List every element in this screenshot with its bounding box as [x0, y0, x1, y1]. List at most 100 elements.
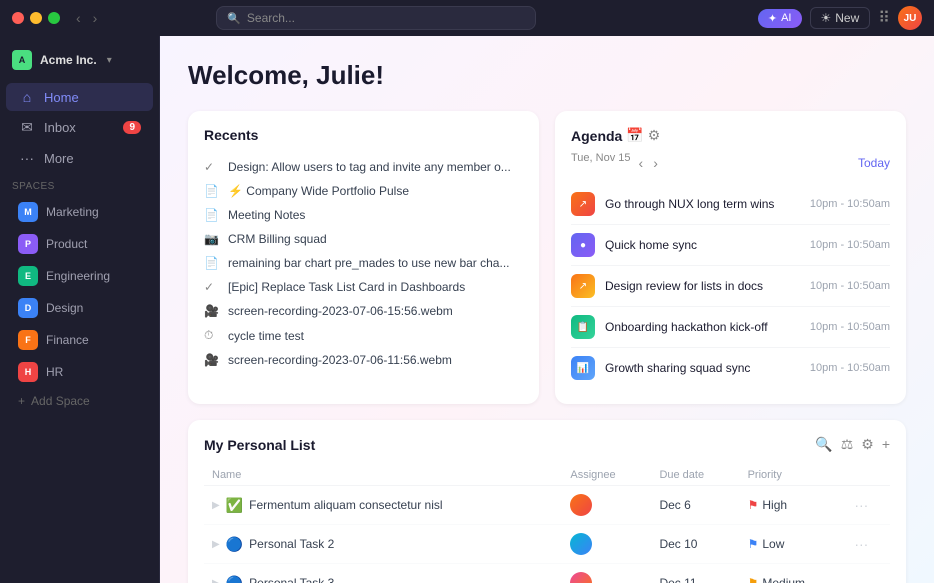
agenda-item-name: Quick home sync [605, 238, 800, 252]
agenda-card: Agenda 📅 ⚙ Tue, Nov 15 ‹ › Today ↗ Go th… [555, 111, 906, 404]
row-menu-icon[interactable]: ··· [854, 575, 868, 583]
list-item[interactable]: ✓ [Epic] Replace Task List Card in Dashb… [204, 275, 523, 299]
sidebar-item-finance[interactable]: F Finance [6, 325, 153, 355]
sidebar-item-hr[interactable]: H HR [6, 357, 153, 387]
grid-icon[interactable]: ⠿ [878, 8, 890, 28]
agenda-item-name: Onboarding hackathon kick-off [605, 320, 800, 334]
product-icon: P [18, 234, 38, 254]
maximize-dot[interactable] [48, 12, 60, 24]
new-button[interactable]: ☀ New [810, 7, 871, 29]
agenda-prev-button[interactable]: ‹ [637, 153, 646, 173]
table-row[interactable]: ▶ 🔵 Personal Task 3 Dec 11 ⚑ Medium [204, 564, 890, 583]
space-label: Finance [46, 333, 89, 347]
priority-badge: ⚑ Medium [748, 576, 839, 583]
recent-item-text: screen-recording-2023-07-06-11:56.webm [228, 353, 452, 367]
recents-card: Recents ✓ Design: Allow users to tag and… [188, 111, 539, 404]
avatar [570, 494, 592, 516]
sidebar-item-design[interactable]: D Design [6, 293, 153, 323]
user-avatar[interactable]: JU [898, 6, 922, 30]
titlebar: ‹ › 🔍 Search... ✦ AI ☀ New ⠿ JU [0, 0, 934, 36]
workspace-name: Acme Inc. [40, 53, 97, 67]
sidebar-item-inbox[interactable]: ✉ Inbox 9 [6, 113, 153, 142]
task-name: Personal Task 2 [249, 537, 334, 551]
today-button[interactable]: Today [858, 156, 890, 170]
agenda-item[interactable]: 📊 Growth sharing squad sync 10pm - 10:50… [571, 348, 890, 388]
check-inprogress-icon[interactable]: 🔵 [226, 575, 243, 583]
forward-button[interactable]: › [89, 8, 102, 28]
plus-icon[interactable]: + [882, 436, 890, 453]
minimize-dot[interactable] [30, 12, 42, 24]
priority-flag-icon: ⚑ [748, 537, 759, 551]
row-menu-icon[interactable]: ··· [854, 497, 868, 513]
list-item[interactable]: 📄 ⚡ Company Wide Portfolio Pulse [204, 179, 523, 203]
agenda-item-time: 10pm - 10:50am [810, 321, 890, 333]
agenda-item-icon: ● [571, 233, 595, 257]
back-button[interactable]: ‹ [72, 8, 85, 28]
search-icon[interactable]: 🔍 [815, 436, 832, 453]
recent-item-text: cycle time test [228, 329, 304, 343]
plus-icon: ☀ [821, 11, 832, 25]
list-item[interactable]: 📄 remaining bar chart pre_mades to use n… [204, 251, 523, 275]
workspace-selector[interactable]: A Acme Inc. ▾ [0, 44, 159, 76]
ai-button[interactable]: ✦ AI [758, 9, 802, 28]
filter-icon[interactable]: ⚖ [841, 436, 854, 453]
settings-icon[interactable]: ⚙ [648, 127, 661, 144]
agenda-item[interactable]: ↗ Go through NUX long term wins 10pm - 1… [571, 184, 890, 225]
agenda-item-name: Design review for lists in docs [605, 279, 800, 293]
sidebar-item-home[interactable]: ⌂ Home [6, 83, 153, 111]
agenda-item-time: 10pm - 10:50am [810, 239, 890, 251]
expand-icon[interactable]: ▶ [212, 539, 220, 550]
nav-arrows: ‹ › [72, 8, 101, 28]
task-name: Fermentum aliquam consectetur nisl [249, 498, 442, 512]
list-item[interactable]: ⏱ cycle time test [204, 323, 523, 348]
row-menu-icon[interactable]: ··· [854, 536, 868, 552]
recent-item-text: Design: Allow users to tag and invite an… [228, 160, 511, 174]
traffic-lights [12, 12, 60, 24]
expand-icon[interactable]: ▶ [212, 578, 220, 583]
agenda-item[interactable]: 📋 Onboarding hackathon kick-off 10pm - 1… [571, 307, 890, 348]
add-space-button[interactable]: + Add Space [6, 389, 153, 413]
agenda-item-time: 10pm - 10:50am [810, 280, 890, 292]
agenda-item[interactable]: ↗ Design review for lists in docs 10pm -… [571, 266, 890, 307]
space-label: Design [46, 301, 83, 315]
space-label: Marketing [46, 205, 99, 219]
agenda-item[interactable]: ● Quick home sync 10pm - 10:50am [571, 225, 890, 266]
table-row[interactable]: ▶ ✅ Fermentum aliquam consectetur nisl D… [204, 486, 890, 525]
camera-icon: 📷 [204, 232, 220, 246]
recent-item-text: ⚡ Company Wide Portfolio Pulse [228, 184, 409, 198]
titlebar-right: ✦ AI ☀ New ⠿ JU [758, 6, 922, 30]
col-assignee: Assignee [562, 465, 651, 486]
sidebar-item-product[interactable]: P Product [6, 229, 153, 259]
close-dot[interactable] [12, 12, 24, 24]
sidebar-item-label: Home [44, 90, 79, 105]
list-item[interactable]: ✓ Design: Allow users to tag and invite … [204, 155, 523, 179]
list-actions: 🔍 ⚖ ⚙ + [815, 436, 890, 453]
space-label: Engineering [46, 269, 110, 283]
list-item[interactable]: 🎥 screen-recording-2023-07-06-11:56.webm [204, 348, 523, 372]
agenda-next-button[interactable]: › [651, 153, 660, 173]
expand-icon[interactable]: ▶ [212, 500, 220, 511]
list-item[interactable]: 📄 Meeting Notes [204, 203, 523, 227]
sidebar-item-label: More [44, 151, 74, 166]
calendar-icon[interactable]: 📅 [626, 127, 643, 144]
table-row[interactable]: ▶ 🔵 Personal Task 2 Dec 10 ⚑ Low [204, 525, 890, 564]
list-item[interactable]: 🎥 screen-recording-2023-07-06-15:56.webm [204, 299, 523, 323]
col-actions [846, 465, 890, 486]
search-bar[interactable]: 🔍 Search... [216, 6, 536, 30]
due-date: Dec 11 [651, 564, 739, 583]
check-inprogress-icon[interactable]: 🔵 [226, 536, 243, 553]
priority-label: Low [762, 537, 784, 551]
agenda-controls: 📅 ⚙ [626, 127, 660, 144]
agenda-item-name: Growth sharing squad sync [605, 361, 800, 375]
sidebar-item-marketing[interactable]: M Marketing [6, 197, 153, 227]
check-complete-icon[interactable]: ✅ [226, 497, 243, 514]
col-name: Name [204, 465, 562, 486]
design-icon: D [18, 298, 38, 318]
settings-icon[interactable]: ⚙ [861, 436, 874, 453]
list-item[interactable]: 📷 CRM Billing squad [204, 227, 523, 251]
sidebar-item-engineering[interactable]: E Engineering [6, 261, 153, 291]
doc-icon: 📄 [204, 208, 220, 222]
recent-item-text: remaining bar chart pre_mades to use new… [228, 256, 509, 270]
priority-badge: ⚑ Low [748, 537, 839, 551]
sidebar-item-more[interactable]: ··· More [6, 144, 153, 172]
